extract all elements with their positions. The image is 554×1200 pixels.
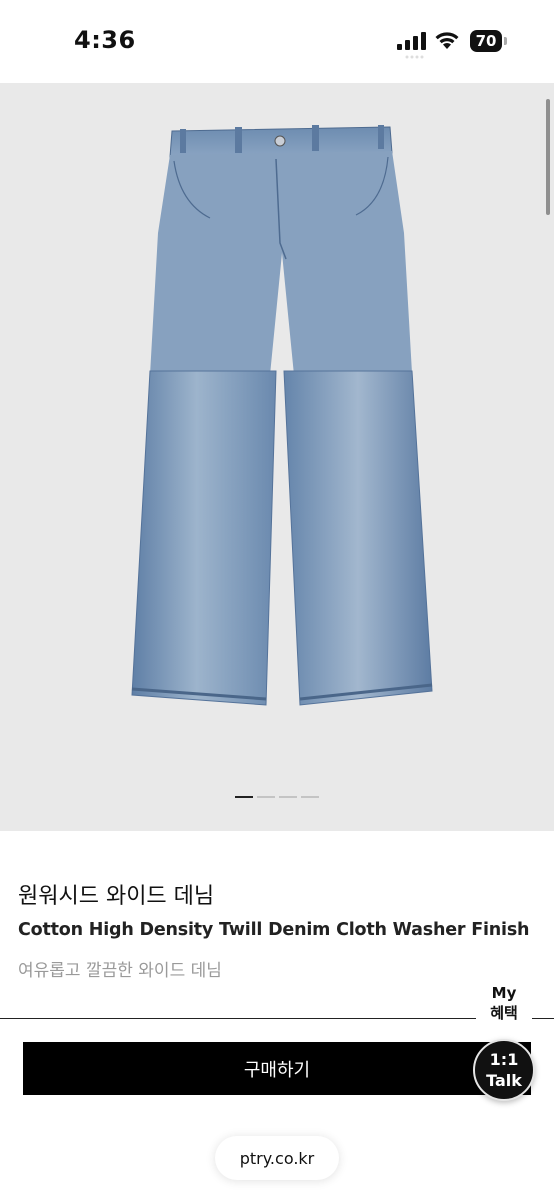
product-image-gallery[interactable]	[0, 83, 554, 831]
status-bar: 4:36 70	[0, 0, 554, 82]
product-name: 원워시드 와이드 데님	[18, 884, 215, 909]
product-photo	[131, 125, 433, 706]
divider	[0, 1018, 554, 1019]
status-time: 4:36	[74, 26, 136, 54]
talk-line2: Talk	[486, 1071, 522, 1090]
product-subtitle: Cotton High Density Twill Denim Cloth Wa…	[18, 920, 530, 940]
gallery-dot-4[interactable]	[301, 796, 319, 798]
image-scrollbar[interactable]	[546, 99, 550, 215]
chat-talk-button[interactable]: 1:1 Talk	[473, 1039, 535, 1101]
mic-indicator-icon	[405, 55, 424, 59]
gallery-pagination	[235, 796, 319, 799]
my-benefit-line2: 혜택	[490, 1004, 518, 1022]
battery-level: 70	[470, 30, 502, 52]
signal-icon	[397, 32, 426, 50]
gallery-dot-1[interactable]	[235, 796, 253, 798]
battery-cap	[504, 37, 507, 45]
my-benefit-button[interactable]: My 혜택	[476, 983, 532, 1023]
gallery-dot-2[interactable]	[257, 796, 275, 798]
product-description: 여유롭고 깔끔한 와이드 데님	[18, 961, 222, 981]
buy-button[interactable]: 구매하기	[23, 1042, 531, 1095]
url-text: ptry.co.kr	[239, 1148, 315, 1168]
gallery-dot-3[interactable]	[279, 796, 297, 798]
my-benefit-line1: My	[491, 984, 517, 1002]
wifi-icon	[435, 32, 459, 49]
talk-line1: 1:1	[489, 1050, 519, 1069]
battery-icon: 70	[470, 30, 508, 52]
browser-url-bar[interactable]: ptry.co.kr	[215, 1136, 339, 1180]
